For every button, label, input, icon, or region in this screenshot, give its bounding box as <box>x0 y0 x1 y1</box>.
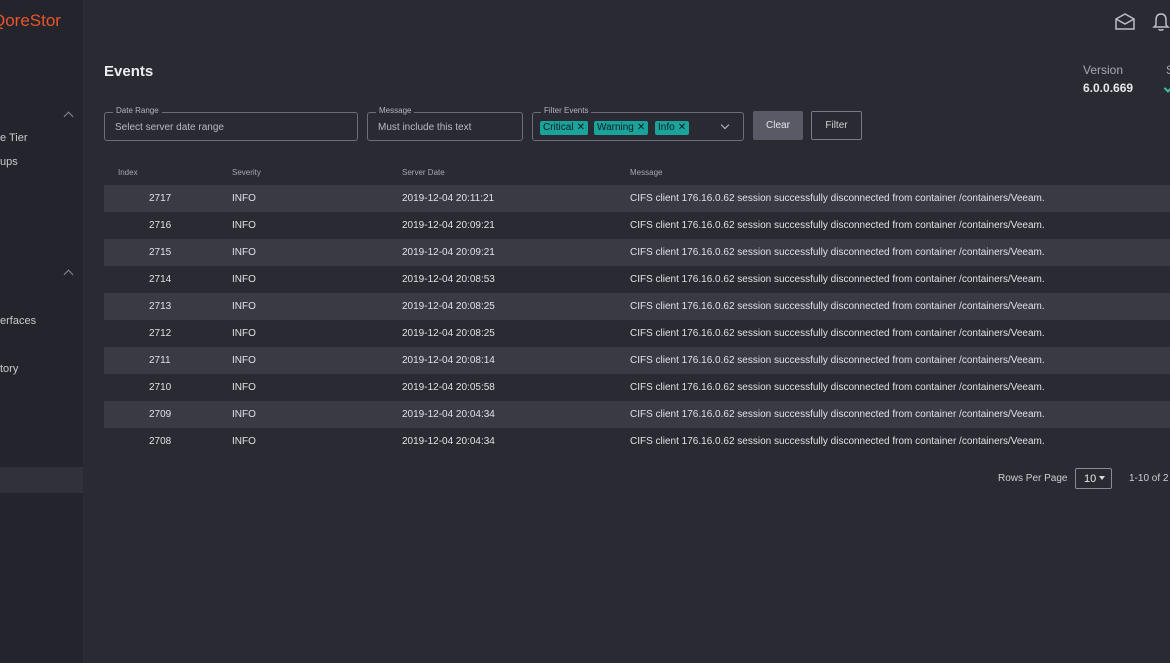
cell-date: 2019-12-04 20:08:53 <box>402 274 495 285</box>
cell-severity: INFO <box>232 409 256 420</box>
remove-chip-icon[interactable]: ✕ <box>678 122 686 133</box>
date-range-label: Date Range <box>113 106 162 115</box>
cell-index: 2714 <box>149 274 172 285</box>
collapse-chevron-icon[interactable] <box>63 111 74 122</box>
mail-icon[interactable] <box>1114 12 1136 37</box>
cell-date: 2019-12-04 20:09:21 <box>402 247 495 258</box>
cell-date: 2019-12-04 20:04:34 <box>402 409 495 420</box>
chip-label: Info <box>658 122 675 133</box>
sidebar-item-groups[interactable]: ups <box>0 156 18 168</box>
sidebar-item-interfaces[interactable]: erfaces <box>0 315 36 327</box>
status-label: S <box>1166 63 1170 77</box>
cell-severity: INFO <box>232 355 256 366</box>
rows-per-page-label: Rows Per Page <box>998 473 1068 484</box>
cell-severity: INFO <box>232 274 256 285</box>
table-row[interactable]: 2712 INFO 2019-12-04 20:08:25 CIFS client 1… <box>104 320 1170 347</box>
sidebar-item-tier[interactable]: e Tier <box>0 132 28 144</box>
cell-date: 2019-12-04 20:11:21 <box>402 193 495 204</box>
cell-date: 2019-12-04 20:08:14 <box>402 355 495 366</box>
pagination-range: 1-10 of 2 <box>1129 473 1169 484</box>
table-row[interactable]: 2713 INFO 2019-12-04 20:08:25 CIFS client 1… <box>104 293 1170 320</box>
column-header-index[interactable]: Index <box>118 168 138 177</box>
column-header-severity[interactable]: Severity <box>232 168 261 177</box>
table-header: Index Severity Server Date Message <box>104 168 1170 180</box>
version-value: 6.0.0.669 <box>1083 81 1134 95</box>
sidebar-item-active[interactable] <box>0 467 83 493</box>
filter-events-label: Filter Events <box>541 106 592 115</box>
sidebar: QoreStor e Tier ups erfaces tory <box>0 0 83 663</box>
chip-label: Warning <box>597 122 634 133</box>
cell-index: 2713 <box>149 301 172 312</box>
date-range-input[interactable]: Date Range Select server date range <box>104 106 358 141</box>
message-label: Message <box>376 106 415 115</box>
table-row[interactable]: 2715 INFO 2019-12-04 20:09:21 CIFS client 1… <box>104 239 1170 266</box>
cell-index: 2712 <box>149 328 172 339</box>
cell-message: CIFS client 176.16.0.62 session successf… <box>630 220 1045 231</box>
chip-label: Critical <box>543 122 574 133</box>
cell-message: CIFS client 176.16.0.62 session successf… <box>630 355 1045 366</box>
sidebar-item-history[interactable]: tory <box>0 363 18 375</box>
cell-severity: INFO <box>232 220 256 231</box>
cell-index: 2717 <box>149 193 172 204</box>
chevron-down-icon[interactable] <box>720 120 730 130</box>
cell-severity: INFO <box>232 382 256 393</box>
events-table: 2717 INFO 2019-12-04 20:11:21 CIFS client 1… <box>104 185 1170 455</box>
cell-date: 2019-12-04 20:04:34 <box>402 436 495 447</box>
table-row[interactable]: 2716 INFO 2019-12-04 20:09:21 CIFS client 1… <box>104 212 1170 239</box>
cell-message: CIFS client 176.16.0.62 session successf… <box>630 247 1045 258</box>
cell-message: CIFS client 176.16.0.62 session successf… <box>630 382 1045 393</box>
clear-button[interactable]: Clear <box>753 111 803 140</box>
cell-severity: INFO <box>232 301 256 312</box>
page-title: Events <box>104 63 154 80</box>
cell-message: CIFS client 176.16.0.62 session successf… <box>630 193 1045 204</box>
cell-message: CIFS client 176.16.0.62 session successf… <box>630 301 1045 312</box>
filter-button[interactable]: Filter <box>811 111 862 140</box>
table-row[interactable]: 2708 INFO 2019-12-04 20:04:34 CIFS client 1… <box>104 428 1170 455</box>
bell-icon[interactable] <box>1152 12 1170 37</box>
cell-index: 2710 <box>149 382 172 393</box>
cell-date: 2019-12-04 20:08:25 <box>402 301 495 312</box>
chip-warning[interactable]: Warning ✕ <box>594 121 649 135</box>
cell-index: 2711 <box>149 355 171 366</box>
app-logo: QoreStor <box>0 11 61 30</box>
cell-index: 2709 <box>149 409 172 420</box>
cell-message: CIFS client 176.16.0.62 session successf… <box>630 436 1045 447</box>
cell-severity: INFO <box>232 193 256 204</box>
column-header-server-date[interactable]: Server Date <box>402 168 445 177</box>
message-input[interactable]: Message Must include this text <box>367 106 523 141</box>
column-header-message[interactable]: Message <box>630 168 662 177</box>
rows-per-page-value: 10 <box>1084 473 1097 485</box>
cell-severity: INFO <box>232 328 256 339</box>
cell-message: CIFS client 176.16.0.62 session successf… <box>630 409 1045 420</box>
chip-info[interactable]: Info ✕ <box>655 121 690 135</box>
cell-message: CIFS client 176.16.0.62 session successf… <box>630 274 1045 285</box>
table-row[interactable]: 2709 INFO 2019-12-04 20:04:34 CIFS client 1… <box>104 401 1170 428</box>
cell-date: 2019-12-04 20:05:58 <box>402 382 495 393</box>
chip-critical[interactable]: Critical ✕ <box>540 121 588 135</box>
cell-severity: INFO <box>232 247 256 258</box>
cell-index: 2708 <box>149 436 172 447</box>
cell-message: CIFS client 176.16.0.62 session successf… <box>630 328 1045 339</box>
cell-severity: INFO <box>232 436 256 447</box>
cell-date: 2019-12-04 20:08:25 <box>402 328 495 339</box>
check-icon <box>1163 82 1170 93</box>
table-row[interactable]: 2710 INFO 2019-12-04 20:05:58 CIFS client 1… <box>104 374 1170 401</box>
filter-events-select[interactable]: Filter Events Critical ✕ Warning ✕ Info ✕ <box>532 106 744 141</box>
table-row[interactable]: 2714 INFO 2019-12-04 20:08:53 CIFS client 1… <box>104 266 1170 293</box>
message-placeholder: Must include this text <box>378 122 472 133</box>
table-row[interactable]: 2711 INFO 2019-12-04 20:08:14 CIFS client 1… <box>104 347 1170 374</box>
caret-down-icon <box>1099 476 1105 480</box>
rows-per-page-select[interactable]: 10 <box>1075 468 1112 489</box>
collapse-chevron-icon[interactable] <box>63 269 74 280</box>
cell-date: 2019-12-04 20:09:21 <box>402 220 495 231</box>
version-label: Version <box>1083 63 1124 77</box>
remove-chip-icon[interactable]: ✕ <box>637 122 645 133</box>
cell-index: 2715 <box>149 247 172 258</box>
date-range-placeholder: Select server date range <box>115 122 224 133</box>
remove-chip-icon[interactable]: ✕ <box>577 122 585 133</box>
cell-index: 2716 <box>149 220 172 231</box>
table-row[interactable]: 2717 INFO 2019-12-04 20:11:21 CIFS client 1… <box>104 185 1170 212</box>
